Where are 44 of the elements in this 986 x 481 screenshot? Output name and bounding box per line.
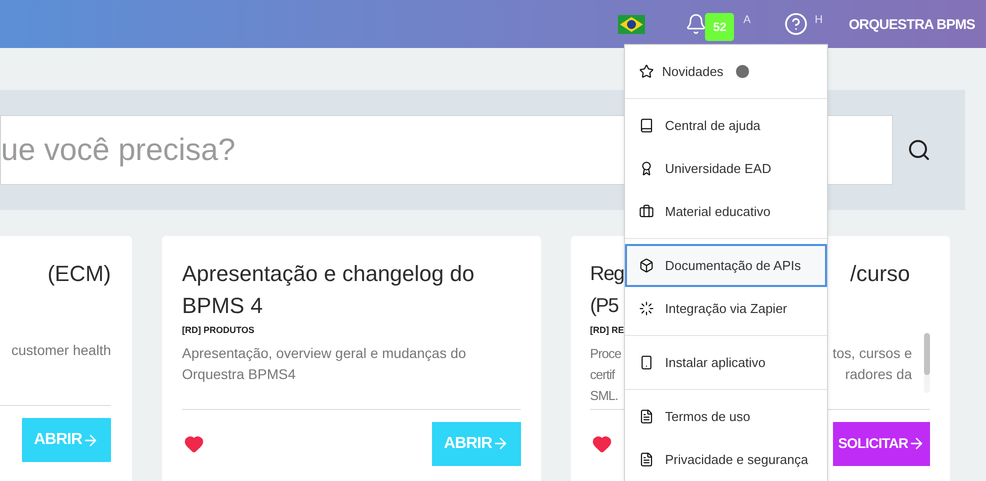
star-icon [639,64,654,79]
card-title: Apresentação e changelog do BPMS 4 [182,260,476,320]
card-description: certif [590,366,615,384]
award-icon [639,161,654,176]
heart-icon[interactable] [184,434,204,454]
help-label: H [814,12,823,28]
heart-icon[interactable] [592,434,612,454]
scrollbar[interactable] [924,332,930,392]
document-icon [639,452,654,467]
arrow-right-icon [492,435,509,452]
help-icon[interactable] [784,12,808,36]
search-icon[interactable] [907,138,931,162]
card-description: tos, cursos e [832,344,912,362]
arrow-right-icon [908,435,925,452]
card-description: radores da [845,364,912,384]
card-title: (ECM) [47,260,111,288]
menu-item[interactable]: Documentação de APIs [625,244,827,287]
menu-item[interactable]: Termos de uso [625,395,827,438]
request-button[interactable]: SOLICITAR [833,422,930,466]
card-tag: [RD] RE [590,324,624,338]
card-description: customer health [11,341,111,360]
bell-icon[interactable] [685,13,708,35]
sparkle-icon [639,301,654,316]
card-title: Reg [590,262,624,287]
flag-icon [618,14,646,34]
menu-item[interactable]: Instalar aplicativo [625,341,827,384]
card-title: (P5 [590,294,618,319]
card-title: /curso [850,260,910,288]
card-tag: [RD] PRODUTOS [182,324,254,338]
brand-name[interactable]: ORQUESTRA BPMS [848,14,975,34]
menu-item[interactable]: Novidades [625,50,827,93]
document-icon [639,409,654,424]
cube-icon [639,258,654,273]
card-description: Proce [590,344,621,362]
notification-label: A [743,12,751,28]
card-description: SML. [590,386,618,404]
phone-icon [639,355,654,370]
menu-item[interactable]: Material educativo [625,190,827,233]
menu-item[interactable]: Privacidade e segurança [625,438,827,481]
notification-count: 52 [705,13,734,41]
menu-item[interactable]: Integração via Zapier [625,287,827,330]
book-icon [639,118,654,133]
briefcase-icon [639,204,654,219]
card-description: Apresentação, overview geral e mudanças do Orquestra BPMS4 [182,344,468,384]
